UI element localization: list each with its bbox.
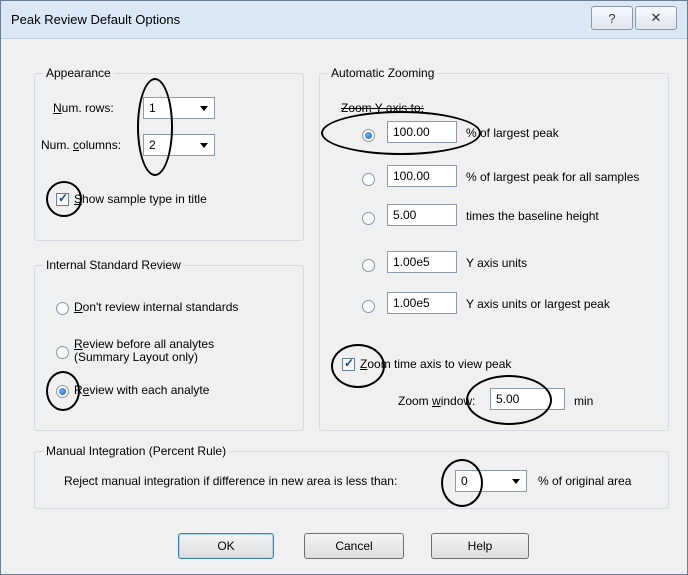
zoom-y-option-5-label: Y axis units or largest peak <box>466 297 610 311</box>
close-title-button[interactable]: ✕ <box>635 6 677 30</box>
num-columns-label: Num. columns: <box>41 138 122 152</box>
zoom-y-option-2-label: % of largest peak for all samples <box>466 170 640 184</box>
annotation-ellipse-zoom-time <box>331 344 385 388</box>
help-button[interactable]: Help <box>431 533 529 559</box>
close-icon: ✕ <box>650 10 662 25</box>
annotation-ellipse-percent-rule <box>441 459 483 507</box>
internal-standard-legend: Internal Standard Review <box>43 258 184 272</box>
zoom-y-option-3-input[interactable]: 5.00 <box>387 204 457 226</box>
automatic-zooming-legend: Automatic Zooming <box>328 66 438 80</box>
reject-manual-integration-label: Reject manual integration if difference … <box>64 474 398 488</box>
dont-review-label: Don't review internal standards <box>74 300 239 314</box>
zoom-y-option-2-input[interactable]: 100.00 <box>387 165 457 187</box>
review-before-radio[interactable] <box>56 346 69 359</box>
zoom-y-option-3-radio[interactable] <box>362 212 375 225</box>
num-rows-label: Num. rows: <box>53 101 114 115</box>
zoom-y-option-5-input[interactable]: 1.00e5 <box>387 292 457 314</box>
percent-rule-unit: % of original area <box>538 474 632 488</box>
annotation-ellipse-sample-type <box>46 181 82 217</box>
review-before-label: Review before all analytes (Summary Layou… <box>74 337 215 364</box>
annotation-ellipse-rows-columns <box>137 78 173 176</box>
annotation-ellipse-review-each <box>46 371 80 411</box>
zoom-window-label: Zoom window: <box>398 394 476 408</box>
annotation-ellipse-zoom-y <box>321 111 481 155</box>
cancel-button[interactable]: Cancel <box>304 533 404 559</box>
question-icon: ? <box>608 10 616 26</box>
chevron-down-icon <box>512 479 520 484</box>
annotation-ellipse-zoom-window <box>466 375 552 425</box>
zoom-y-option-4-radio[interactable] <box>362 259 375 272</box>
zoom-y-option-3-label: times the baseline height <box>466 209 599 223</box>
title-bar: Peak Review Default Options ? ✕ <box>1 1 687 39</box>
zoom-y-option-4-label: Y axis units <box>466 256 528 270</box>
zoom-y-option-5-radio[interactable] <box>362 300 375 313</box>
chevron-down-icon <box>200 143 208 148</box>
dont-review-radio[interactable] <box>56 302 69 315</box>
zoom-window-unit: min <box>574 394 594 408</box>
manual-integration-legend: Manual Integration (Percent Rule) <box>43 444 230 458</box>
show-sample-type-label: Show sample type in title <box>74 192 207 206</box>
zoom-y-option-2-radio[interactable] <box>362 173 375 186</box>
review-with-each-label: Review with each analyte <box>74 383 210 397</box>
zoom-y-option-4-input[interactable]: 1.00e5 <box>387 251 457 273</box>
dialog-window: Peak Review Default Options ? ✕ Appearan… <box>0 0 688 575</box>
help-title-button[interactable]: ? <box>591 6 633 30</box>
appearance-legend: Appearance <box>43 66 114 80</box>
ok-button[interactable]: OK <box>178 533 274 559</box>
dialog-title: Peak Review Default Options <box>11 12 181 27</box>
chevron-down-icon <box>200 106 208 111</box>
